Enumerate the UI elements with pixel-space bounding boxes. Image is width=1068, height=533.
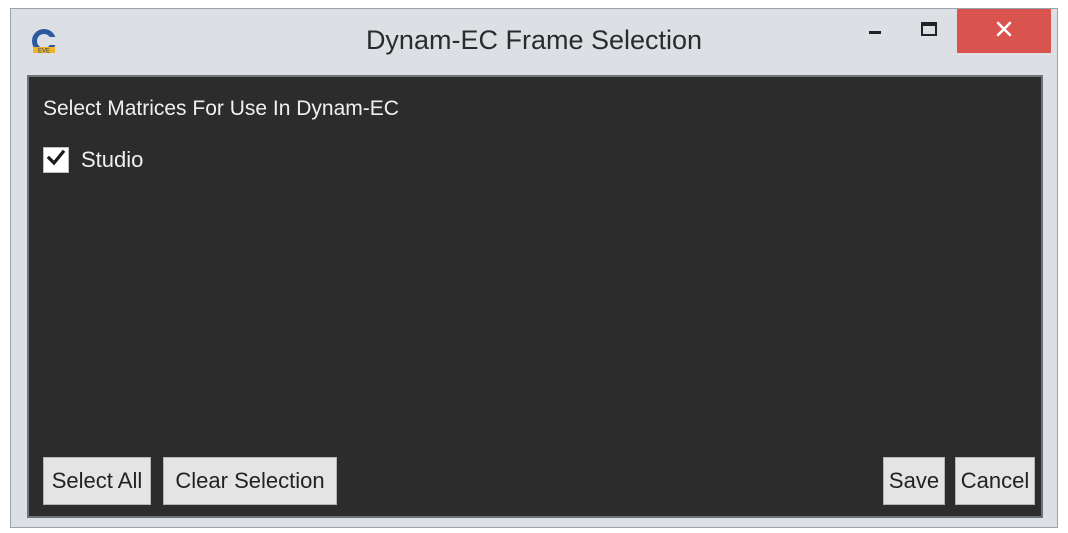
- select-all-button[interactable]: Select All: [43, 457, 151, 505]
- studio-checkbox[interactable]: [43, 147, 69, 173]
- maximize-icon: [920, 21, 938, 42]
- studio-label[interactable]: Studio: [81, 147, 143, 173]
- close-button[interactable]: [957, 9, 1051, 53]
- save-button[interactable]: Save: [883, 457, 945, 505]
- cancel-button[interactable]: Cancel: [955, 457, 1035, 505]
- maximize-button[interactable]: [903, 9, 955, 53]
- minimize-button[interactable]: [849, 9, 901, 53]
- checkmark-icon: [46, 148, 66, 173]
- close-icon: [995, 20, 1013, 43]
- matrix-selection-panel: Select Matrices For Use In Dynam-EC Stud…: [27, 75, 1043, 518]
- minimize-icon: [867, 21, 883, 42]
- dialog-window: EVE Dynam-EC Frame Selection Select Matr…: [10, 8, 1058, 528]
- clear-selection-button[interactable]: Clear Selection: [163, 457, 337, 505]
- matrix-option-studio[interactable]: Studio: [43, 147, 143, 173]
- title-bar[interactable]: EVE Dynam-EC Frame Selection: [11, 9, 1057, 73]
- panel-heading: Select Matrices For Use In Dynam-EC: [43, 97, 399, 120]
